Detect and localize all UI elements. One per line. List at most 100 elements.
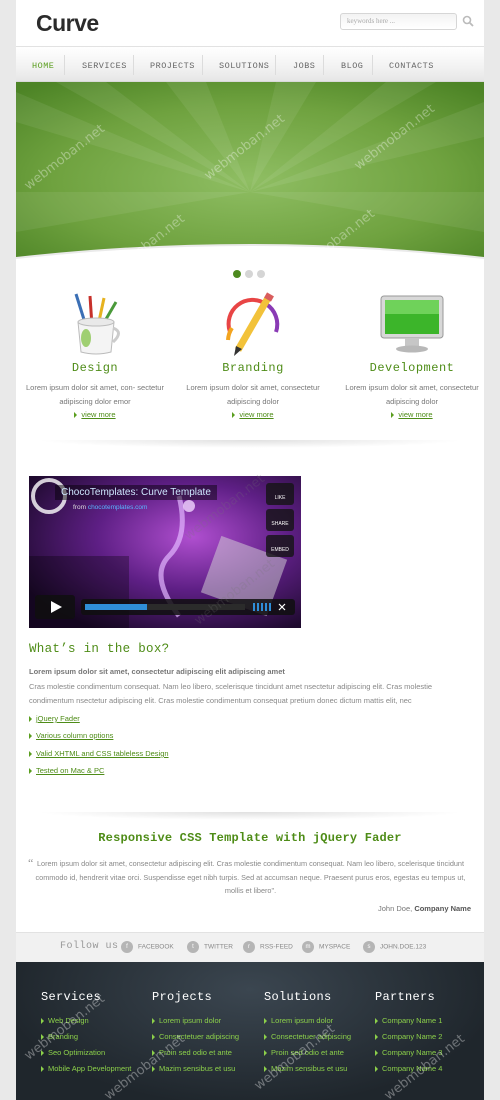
slider-dot-1[interactable] (233, 270, 241, 278)
arrow-right-icon (41, 1050, 44, 1057)
feature-title: Branding (222, 361, 284, 375)
video-progress-bar[interactable] (81, 599, 295, 615)
view-more-link[interactable]: view more (337, 410, 487, 419)
video-source: from chocotemplates.com (73, 504, 148, 511)
slider-dot-3[interactable] (257, 270, 265, 278)
feature-list-item[interactable]: Valid XHTML and CSS tableless Design (29, 749, 169, 758)
nav-divider (64, 55, 65, 75)
nav-item-home[interactable]: HOME (32, 47, 54, 83)
feature-list-item[interactable]: Tested on Mac & PC (29, 766, 104, 775)
arrow-right-icon (264, 1018, 267, 1025)
nav-item-projects[interactable]: PROJECTS (150, 47, 195, 83)
box-lead-text: Lorem ipsum dolor sit amet, consectetur … (29, 667, 285, 676)
arrow-right-icon (74, 412, 78, 419)
footer-link[interactable]: Proin sed odio et ante (152, 1045, 262, 1061)
social-link-myspace[interactable]: m MYSPACE (302, 941, 350, 954)
feature-description: Lorem ipsum dolor sit amet, consectetur … (345, 383, 479, 406)
feature-description: Lorem ipsum dolor sit amet, con- sectetu… (26, 383, 164, 406)
nav-item-contacts[interactable]: CONTACTS (389, 47, 434, 83)
footer-link[interactable]: Proin sed odio et ante (264, 1045, 374, 1061)
arrow-right-icon (41, 1066, 44, 1073)
footer-link[interactable]: Mobile App Development (41, 1061, 151, 1077)
nav-divider (275, 55, 276, 75)
view-more-link[interactable]: view more (178, 410, 328, 419)
footer: Services Web Design Branding Seo Optimiz… (16, 962, 484, 1100)
like-button[interactable]: LIKE (266, 483, 294, 505)
arrow-right-icon (264, 1050, 267, 1057)
search-icon[interactable] (462, 15, 474, 27)
arrow-right-icon (152, 1066, 155, 1073)
section-divider (36, 812, 464, 820)
footer-link[interactable]: Branding (41, 1029, 151, 1045)
footer-link[interactable]: Company Name 4 (375, 1061, 485, 1077)
footer-link[interactable]: Seo Optimization (41, 1045, 151, 1061)
slider-dot-2[interactable] (245, 270, 253, 278)
embed-button[interactable]: EMBED (266, 535, 294, 557)
site-logo[interactable]: Curve (36, 10, 99, 37)
footer-link[interactable]: Company Name 3 (375, 1045, 485, 1061)
footer-link[interactable]: Lorem ipsum dolor (152, 1013, 262, 1029)
box-heading: What’s in the box? (29, 642, 170, 656)
footer-link[interactable]: Web Design (41, 1013, 151, 1029)
footer-link[interactable]: Mazim sensibus et usu (264, 1061, 374, 1077)
arrow-right-icon (29, 768, 32, 775)
arrow-right-icon (375, 1018, 378, 1025)
video-title[interactable]: ChocoTemplates: Curve Template (55, 485, 217, 500)
search-input[interactable]: keywords here ... (340, 13, 457, 30)
page: Curve keywords here ... HOME SERVICES PR… (16, 0, 484, 1100)
feature-description: Lorem ipsum dolor sit amet, consectetur … (186, 383, 320, 406)
arrow-right-icon (29, 733, 32, 740)
arrow-right-icon (152, 1050, 155, 1057)
arrow-right-icon (41, 1018, 44, 1025)
footer-column-title: Solutions (264, 990, 332, 1004)
testimonial-text: Lorem ipsum dolor sit amet, consectetur … (35, 859, 466, 895)
monitor-icon (380, 295, 444, 353)
footer-column-projects: Projects Lorem ipsum dolor Consectetuer … (152, 990, 262, 1077)
arrow-right-icon (264, 1034, 267, 1041)
section-divider (36, 440, 464, 448)
footer-link[interactable]: Mazim sensibus et usu (152, 1061, 262, 1077)
paintbrush-cup-icon (74, 293, 120, 355)
nav-item-jobs[interactable]: JOBS (293, 47, 315, 83)
skype-icon: s (363, 941, 375, 953)
footer-column-title: Services (41, 990, 102, 1004)
testimonial-author: John Doe, Company Name (378, 904, 471, 913)
social-link-twitter[interactable]: t TWITTER (187, 941, 233, 954)
arrow-right-icon (29, 751, 32, 758)
main-nav: HOME SERVICES PROJECTS SOLUTIONS JOBS BL… (16, 46, 484, 82)
arrow-right-icon (152, 1018, 155, 1025)
nav-item-blog[interactable]: BLOG (341, 47, 363, 83)
follow-label: Follow us (60, 941, 119, 952)
hero-banner (16, 82, 484, 262)
footer-column-solutions: Solutions Lorem ipsum dolor Consectetuer… (264, 990, 374, 1077)
feature-list-item[interactable]: Various column options (29, 731, 113, 740)
video-player[interactable]: ChocoTemplates: Curve Template from choc… (29, 476, 301, 628)
rss-icon: r (243, 941, 255, 953)
play-button[interactable] (35, 595, 75, 619)
footer-column-services: Services Web Design Branding Seo Optimiz… (41, 990, 151, 1077)
nav-item-solutions[interactable]: SOLUTIONS (219, 47, 269, 83)
arrow-right-icon (375, 1034, 378, 1041)
twitter-icon: t (187, 941, 199, 953)
footer-link[interactable]: Consectetuer adipiscing (264, 1029, 374, 1045)
arrow-right-icon (391, 412, 395, 419)
footer-link[interactable]: Consectetuer adipiscing (152, 1029, 262, 1045)
arrow-right-icon (41, 1034, 44, 1041)
social-link-skype[interactable]: s JOHN.DOE.123 (363, 941, 426, 954)
view-more-link[interactable]: view more (20, 410, 170, 419)
nav-divider (372, 55, 373, 75)
footer-link[interactable]: Company Name 1 (375, 1013, 485, 1029)
nav-item-services[interactable]: SERVICES (82, 47, 127, 83)
footer-link[interactable]: Lorem ipsum dolor (264, 1013, 374, 1029)
social-link-facebook[interactable]: f FACEBOOK (121, 941, 174, 954)
nav-divider (202, 55, 203, 75)
footer-column-partners: Partners Company Name 1 Company Name 2 C… (375, 990, 485, 1077)
footer-link[interactable]: Company Name 2 (375, 1029, 485, 1045)
feature-list-item[interactable]: jQuery Fader (29, 714, 80, 723)
share-button[interactable]: SHARE (266, 509, 294, 531)
arrow-right-icon (375, 1066, 378, 1073)
social-link-rss[interactable]: r RSS-FEED (243, 941, 293, 954)
arrow-right-icon (264, 1066, 267, 1073)
facebook-icon: f (121, 941, 133, 953)
testimonial-heading: Responsive CSS Template with jQuery Fade… (98, 831, 402, 845)
